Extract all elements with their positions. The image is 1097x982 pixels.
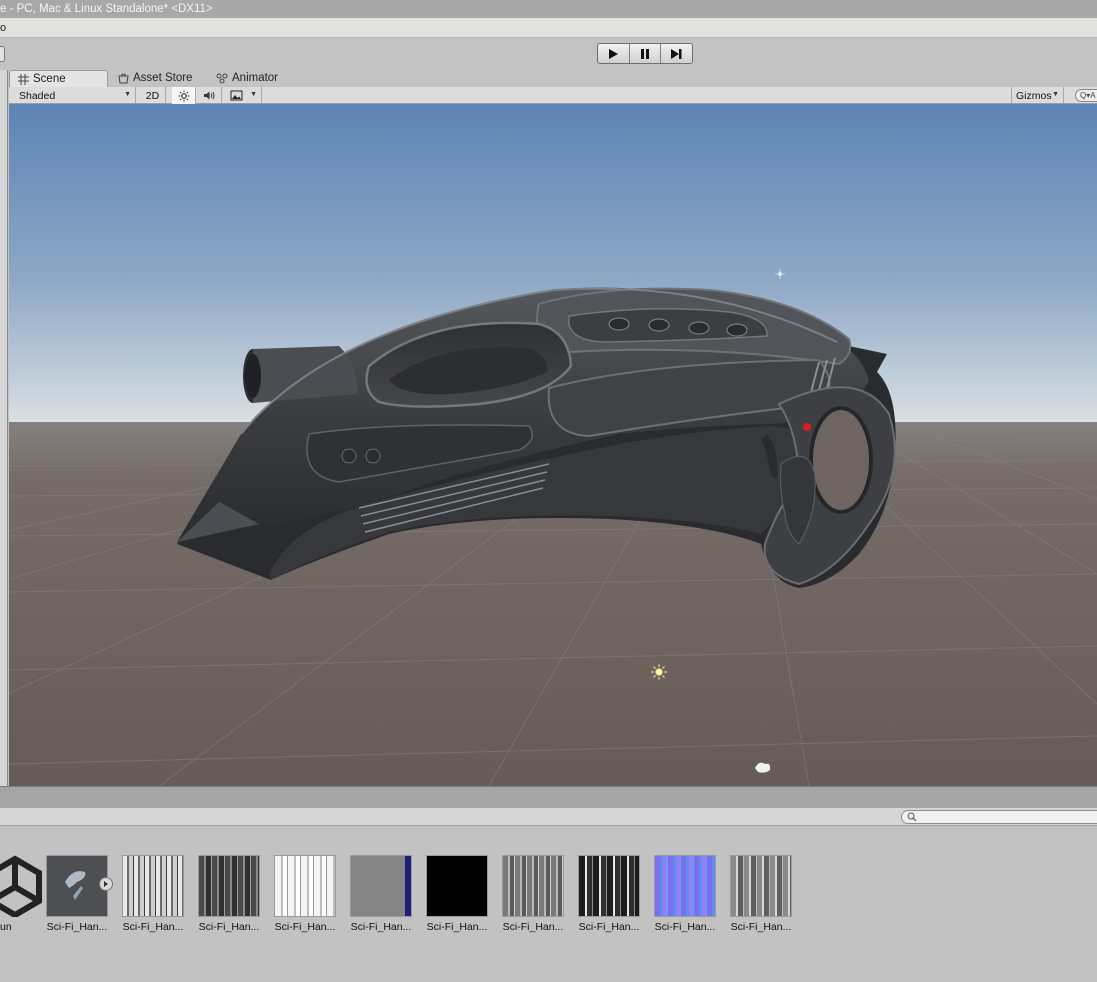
asset-item[interactable]: Sci-Fi_Han... — [348, 855, 414, 933]
asset-label: Sci-Fi_Han... — [122, 921, 184, 933]
toggle-2d-button[interactable]: 2D — [140, 87, 166, 104]
play-button[interactable] — [598, 44, 630, 63]
play-icon — [609, 48, 619, 59]
shading-mode-dropdown[interactable]: Shaded ▼ — [9, 87, 136, 104]
texture-thumbnail — [350, 855, 412, 917]
shading-mode-label: Shaded — [19, 89, 56, 102]
transform-tools-stub[interactable] — [0, 46, 5, 62]
texture-thumbnail — [274, 855, 336, 917]
expand-arrow-icon[interactable] — [99, 877, 113, 891]
chevron-down-icon: ▼ — [1052, 91, 1059, 98]
asset-item[interactable]: Sci-Fi_Han... — [196, 855, 262, 933]
step-button[interactable] — [661, 44, 692, 63]
editor-tabs: Scene Asset Store Animator — [0, 70, 1097, 87]
asset-item[interactable]: Sci-Fi_Han... — [652, 855, 718, 933]
asset-item[interactable]: Sci-Fi_Han... — [120, 855, 186, 933]
texture-thumbnail — [502, 855, 564, 917]
texture-thumbnail — [578, 855, 640, 917]
project-assets-panel: un Sci-Fi_Han... Sci-Fi_Han... Sci-Fi_Ha… — [0, 827, 1097, 982]
gizmos-dropdown[interactable]: Gizmos ▼ — [1011, 87, 1064, 104]
tab-asset-store[interactable]: Asset Store — [110, 70, 200, 87]
asset-label: un — [0, 921, 12, 933]
tab-asset-store-label: Asset Store — [133, 72, 193, 84]
asset-item[interactable]: Sci-Fi_Han... — [500, 855, 566, 933]
window-title: e - PC, Mac & Linux Standalone* <DX11> — [0, 3, 213, 15]
menu-bar: o — [0, 18, 1097, 38]
asset-label: Sci-Fi_Han... — [578, 921, 640, 933]
scene-viewport[interactable] — [9, 104, 1097, 786]
project-toolbar — [0, 808, 1097, 826]
asset-label: Sci-Fi_Han... — [730, 921, 792, 933]
step-icon — [671, 48, 682, 59]
texture-thumbnail — [426, 855, 488, 917]
chevron-down-icon: ▼ — [124, 91, 131, 98]
toggle-2d-label: 2D — [145, 89, 160, 102]
asset-item[interactable]: un — [0, 855, 48, 933]
scene-lighting-toggle[interactable] — [172, 87, 196, 104]
gizmos-label: Gizmos — [1016, 89, 1052, 102]
sun-icon — [178, 90, 189, 101]
asset-label: Sci-Fi_Han... — [654, 921, 716, 933]
asset-label: Sci-Fi_Han... — [350, 921, 412, 933]
tab-animator-label: Animator — [232, 72, 279, 84]
search-icon — [907, 812, 917, 822]
image-effects-icon — [230, 90, 243, 101]
panel-divider[interactable] — [0, 786, 1097, 808]
speaker-icon — [204, 91, 215, 100]
tab-animator[interactable]: Animator — [208, 70, 286, 87]
texture-thumbnail — [122, 855, 184, 917]
asset-label: Sci-Fi_Han... — [274, 921, 336, 933]
texture-thumbnail — [654, 855, 716, 917]
asset-item[interactable]: Sci-Fi_Han... — [272, 855, 338, 933]
project-search-input[interactable] — [901, 810, 1097, 824]
scene-effects-dropdown[interactable]: ▼ — [226, 87, 262, 104]
asset-item[interactable]: Sci-Fi_Han... — [44, 855, 113, 933]
asset-item[interactable]: Sci-Fi_Han... — [576, 855, 642, 933]
asset-label: Sci-Fi_Han... — [426, 921, 488, 933]
texture-thumbnail — [730, 855, 792, 917]
pause-icon — [641, 48, 649, 59]
asset-item[interactable]: Sci-Fi_Han... — [728, 855, 794, 933]
asset-item[interactable]: Sci-Fi_Han... — [424, 855, 490, 933]
scene-toolbar: Shaded ▼ 2D ▼ Gizmos ▼ Q▾A — [9, 87, 1097, 104]
unity-logo-icon — [0, 855, 46, 917]
asset-label: Sci-Fi_Han... — [198, 921, 260, 933]
tab-scene-label: Scene — [33, 72, 66, 85]
asset-label: Sci-Fi_Han... — [502, 921, 564, 933]
texture-thumbnail — [198, 855, 260, 917]
asset-label: Sci-Fi_Han... — [46, 921, 108, 933]
main-toolbar — [0, 38, 1097, 70]
tab-scene[interactable]: Scene — [9, 70, 108, 87]
window-title-bar: e - PC, Mac & Linux Standalone* <DX11> — [0, 0, 1097, 18]
indicator-light — [803, 423, 811, 431]
play-controls — [597, 43, 693, 64]
left-panel-edge — [0, 70, 8, 787]
menu-item-fragment[interactable]: o — [0, 18, 6, 38]
asset-store-icon — [118, 73, 129, 84]
chevron-down-icon: ▼ — [250, 91, 257, 98]
scene-search-placeholder: Q▾A — [1080, 91, 1096, 100]
pause-button[interactable] — [630, 44, 662, 63]
scene-audio-toggle[interactable] — [198, 87, 222, 104]
animator-icon — [216, 73, 228, 84]
scene-grid-icon — [18, 73, 29, 85]
scene-search-input[interactable]: Q▾A — [1075, 89, 1097, 102]
